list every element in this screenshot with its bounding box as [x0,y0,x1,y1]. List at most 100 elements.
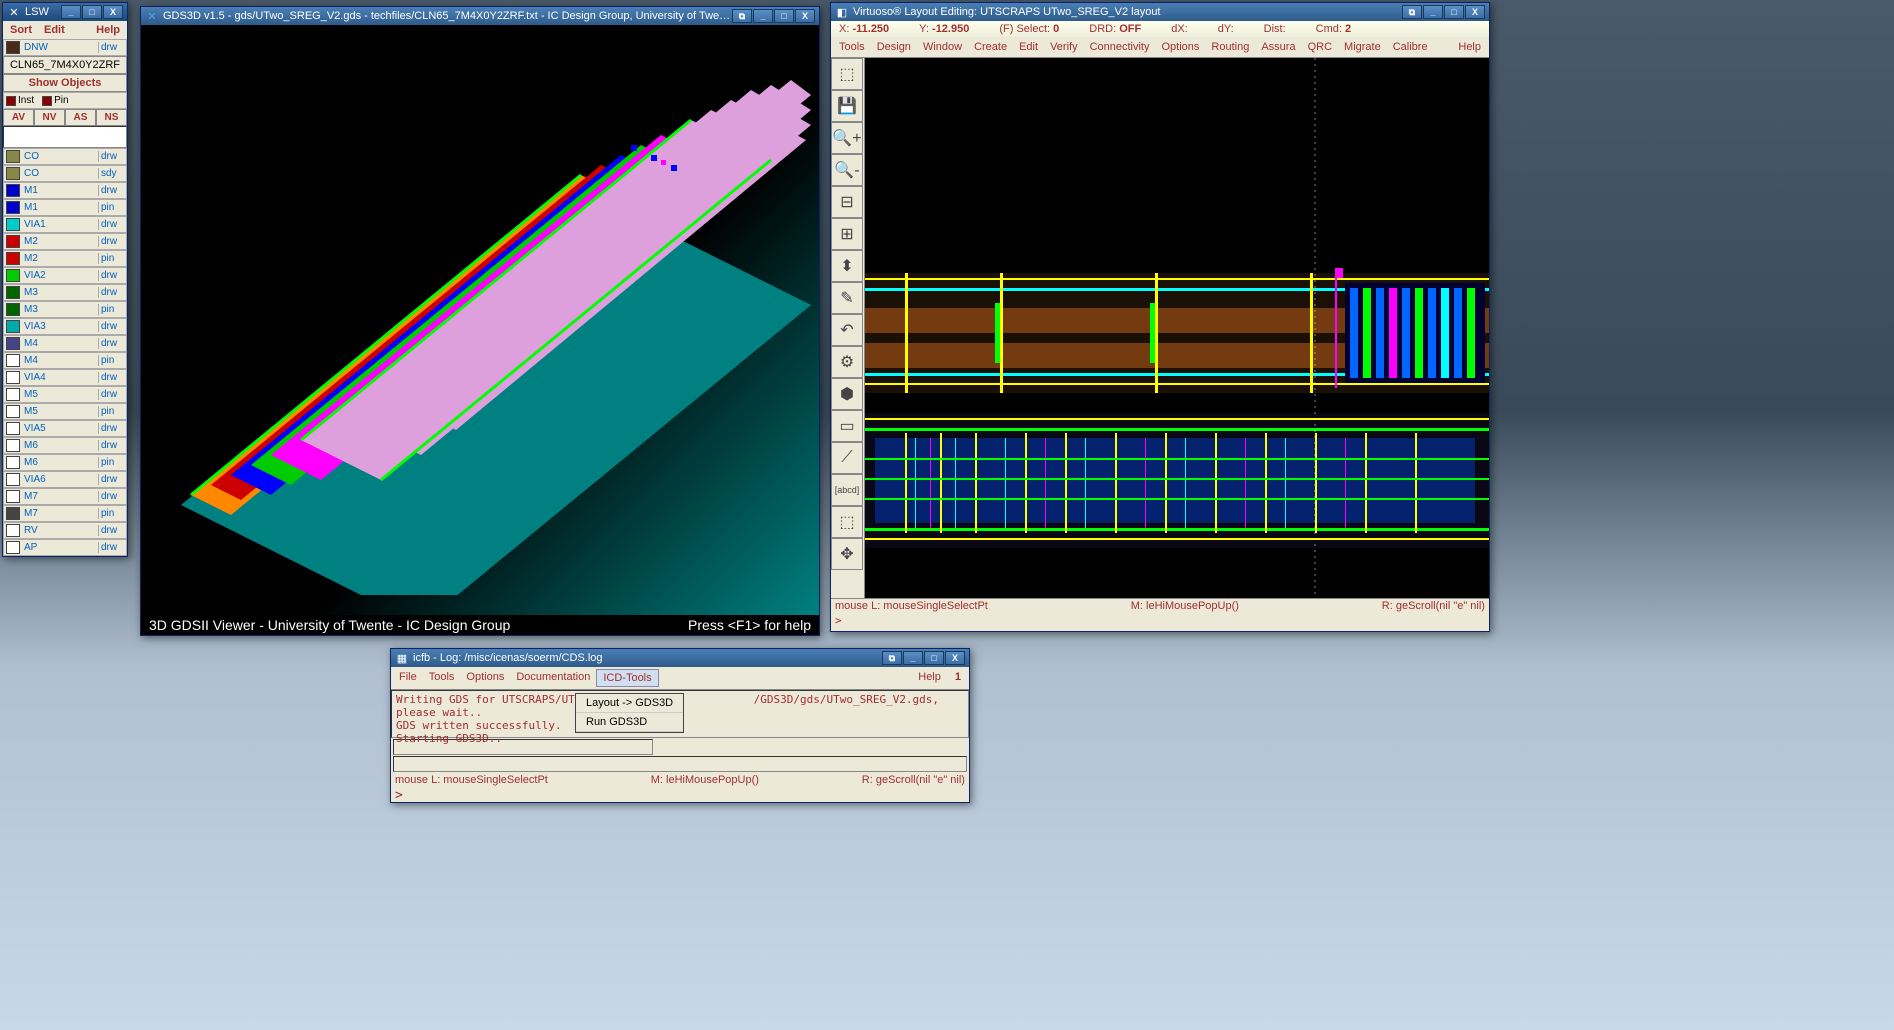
verify-menu[interactable]: Verify [1044,39,1084,55]
help-menu[interactable]: Help [912,669,947,687]
options-menu[interactable]: Options [460,669,510,687]
close-button[interactable]: X [1465,5,1485,19]
assura-menu[interactable]: Assura [1255,39,1301,55]
layer-row[interactable]: VIA1 drw [3,216,127,233]
save-icon[interactable]: 💾 [831,90,863,122]
zoom-out-icon[interactable]: 🔍- [831,154,863,186]
gds3d-viewport[interactable] [141,25,819,615]
layer-row[interactable]: VIA2 drw [3,267,127,284]
minimize-button[interactable]: _ [1423,5,1443,19]
connectivity-menu[interactable]: Connectivity [1084,39,1156,55]
run-gds3d-item[interactable]: Run GDS3D [576,713,683,732]
help-menu[interactable]: Help [90,22,126,38]
nv-button[interactable]: NV [34,109,65,126]
edit-menu[interactable]: Edit [38,22,71,38]
create-menu[interactable]: Create [968,39,1013,55]
layer-row[interactable]: AP drw [3,539,127,556]
ruler-horiz-icon[interactable]: ⊟ [831,186,863,218]
inst-checkbox[interactable]: Inst [6,95,34,106]
layer-row[interactable]: VIA6 drw [3,471,127,488]
tools-menu[interactable]: Tools [833,39,871,55]
cmd-count: 2 [1345,23,1351,35]
edit-menu[interactable]: Edit [1013,39,1044,55]
layer-row[interactable]: M4 pin [3,352,127,369]
sort-menu[interactable]: Sort [4,22,38,38]
lsw-titlebar[interactable]: ✕ LSW _ □ X [3,3,127,21]
minimize-button[interactable]: _ [903,651,923,665]
close-button[interactable]: X [795,9,815,23]
layer-row[interactable]: M6 pin [3,454,127,471]
layer-row[interactable]: VIA5 drw [3,420,127,437]
layout-view[interactable] [865,58,1489,598]
label-icon[interactable]: [abcd] [831,474,863,506]
design-menu[interactable]: Design [871,39,917,55]
icfb-titlebar[interactable]: ▦ icfb - Log: /misc/icenas/soerm/CDS.log… [391,649,969,667]
help-menu[interactable]: Help [1452,39,1487,55]
restore-button[interactable]: ⧉ [882,651,902,665]
ns-button[interactable]: NS [96,109,127,126]
layer-row[interactable]: M4 drw [3,335,127,352]
select-icon[interactable]: ⬚ [831,506,863,538]
layout-gds3d-item[interactable]: Layout -> GDS3D [576,694,683,713]
icdtools-menu[interactable]: ICD-Tools [596,669,658,687]
minimize-button[interactable]: _ [753,9,773,23]
file-menu[interactable]: File [393,669,423,687]
layer-row[interactable]: CO sdy [3,165,127,182]
rect-icon[interactable]: ▭ [831,410,863,442]
as-button[interactable]: AS [65,109,96,126]
tools-menu[interactable]: Tools [423,669,461,687]
virtuoso-menu: ToolsDesignWindowCreateEditVerifyConnect… [831,37,1489,58]
layer-row[interactable]: M1 drw [3,182,127,199]
fit-icon[interactable]: ⬚ [831,58,863,90]
window-menu[interactable]: Window [917,39,968,55]
layer-row[interactable]: M3 pin [3,301,127,318]
layer-row[interactable]: RV drw [3,522,127,539]
layer-row[interactable]: VIA3 drw [3,318,127,335]
close-button[interactable]: X [945,651,965,665]
calibre-menu[interactable]: Calibre [1387,39,1434,55]
restore-button[interactable]: ⧉ [1402,5,1422,19]
layer-row[interactable]: M2 pin [3,250,127,267]
layer-row[interactable]: M2 drw [3,233,127,250]
maximize-button[interactable]: □ [1444,5,1464,19]
options-menu[interactable]: Options [1156,39,1206,55]
icfb-prompt[interactable]: > [391,787,969,804]
av-button[interactable]: AV [3,109,34,126]
layer-row[interactable]: VIA4 drw [3,369,127,386]
documentation-menu[interactable]: Documentation [510,669,596,687]
undo-icon[interactable]: ↶ [831,314,863,346]
maximize-button[interactable]: □ [924,651,944,665]
properties-icon[interactable]: ⚙ [831,346,863,378]
layer-row[interactable]: M3 drw [3,284,127,301]
pin-checkbox[interactable]: Pin [42,95,68,106]
layer-row[interactable]: M5 drw [3,386,127,403]
ruler-vert-icon[interactable]: ⊞ [831,218,863,250]
layer-row[interactable]: M7 pin [3,505,127,522]
stretch-icon[interactable]: ⬍ [831,250,863,282]
selected-layer[interactable]: DNW drw [3,39,127,56]
migrate-menu[interactable]: Migrate [1338,39,1387,55]
edit-icon[interactable]: ✎ [831,282,863,314]
maximize-button[interactable]: □ [82,5,102,19]
maximize-button[interactable]: □ [774,9,794,23]
routing-menu[interactable]: Routing [1205,39,1255,55]
path-icon[interactable]: ⟋ [831,442,863,474]
move-icon[interactable]: ✥ [831,538,863,570]
filter-input[interactable] [3,126,127,148]
layer-row[interactable]: M6 drw [3,437,127,454]
instance-icon[interactable]: ⬢ [831,378,863,410]
zoom-in-icon[interactable]: 🔍+ [831,122,863,154]
virtuoso-prompt[interactable]: > [831,613,1489,628]
command-input[interactable] [393,756,967,772]
layer-row[interactable]: M5 pin [3,403,127,420]
layer-row[interactable]: M7 drw [3,488,127,505]
minimize-button[interactable]: _ [61,5,81,19]
virtuoso-titlebar[interactable]: ◧ Virtuoso® Layout Editing: UTSCRAPS UTw… [831,3,1489,21]
restore-button[interactable]: ⧉ [732,9,752,23]
layer-row[interactable]: M1 pin [3,199,127,216]
qrc-menu[interactable]: QRC [1302,39,1338,55]
close-button[interactable]: X [103,5,123,19]
layer-row[interactable]: CO drw [3,148,127,165]
gds3d-titlebar[interactable]: ✕ GDS3D v1.5 - gds/UTwo_SREG_V2.gds - te… [141,7,819,25]
show-objects-button[interactable]: Show Objects [3,74,127,92]
